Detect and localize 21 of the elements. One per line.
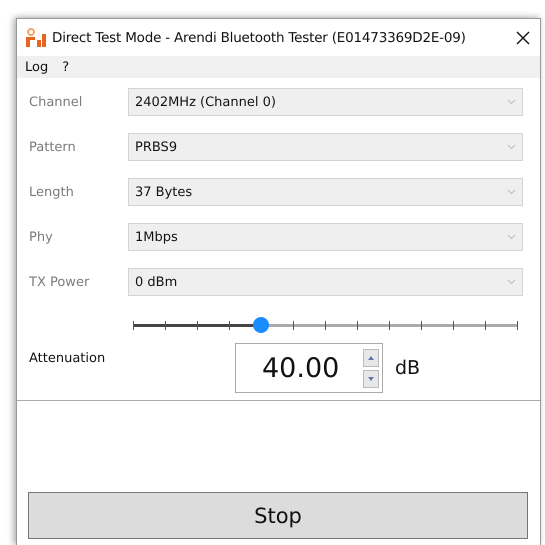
attenuation-label: Attenuation xyxy=(29,350,106,366)
chevron-icon xyxy=(507,99,516,105)
chevron-icon xyxy=(507,189,516,195)
menu-item[interactable]: Log xyxy=(25,60,48,74)
field-label: TX Power xyxy=(29,274,90,290)
slider-thumb[interactable] xyxy=(252,317,269,333)
field-label: Channel xyxy=(29,94,84,110)
stop-button[interactable]: Stop xyxy=(28,492,528,539)
slider-track[interactable] xyxy=(133,317,517,333)
window-title: Direct Test Mode - Arendi Bluetooth Tester (E01473369D2E-09) xyxy=(52,30,467,46)
logo-icon xyxy=(25,28,47,48)
unit-label: dB xyxy=(395,357,420,379)
menu-item[interactable]: ? xyxy=(62,60,70,74)
close-icon[interactable] xyxy=(516,30,530,44)
field-label: Phy xyxy=(29,230,54,244)
field-label: Length xyxy=(29,184,75,200)
field-label: Pattern xyxy=(29,140,77,154)
chevron-icon xyxy=(507,279,516,285)
chevron-icon xyxy=(507,144,516,150)
spin-box[interactable]: 40.00 xyxy=(235,343,383,393)
chevron-icon xyxy=(507,234,516,240)
